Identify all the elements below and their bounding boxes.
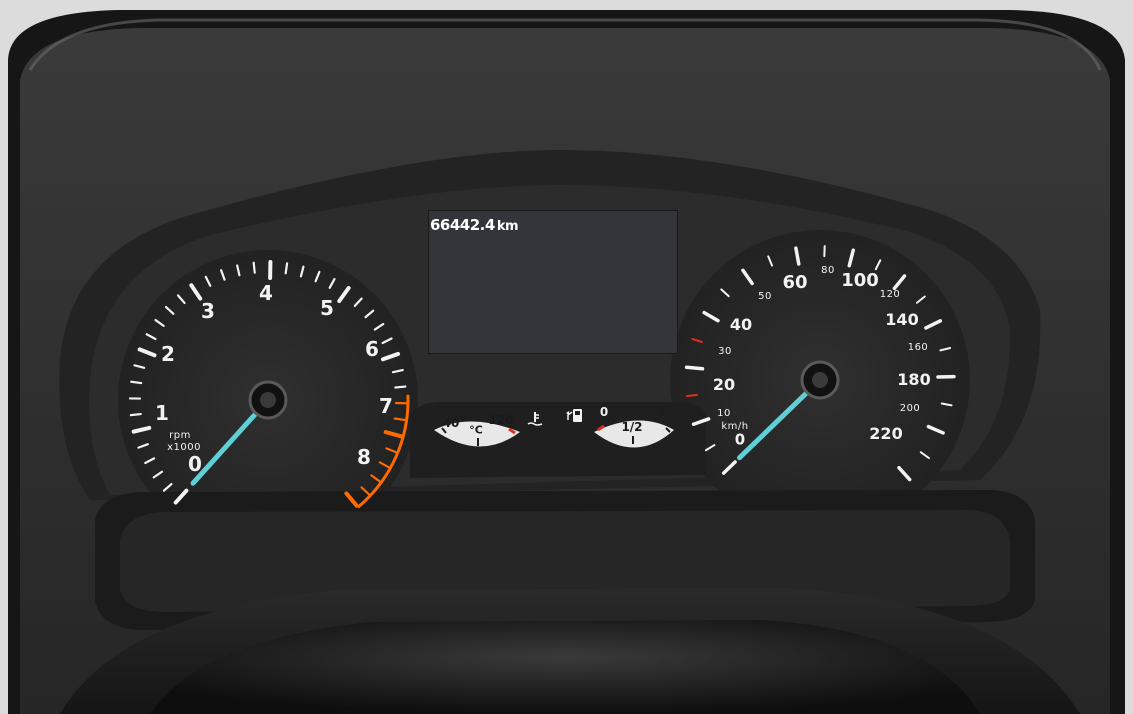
tach-label-0: 0 xyxy=(188,452,202,476)
speed-label-100: 100 xyxy=(841,270,879,291)
speed-needle-hub-cap xyxy=(812,372,828,388)
tach-tick xyxy=(284,262,289,275)
tach-label-8: 8 xyxy=(357,445,371,469)
tach-tick xyxy=(394,385,407,389)
fuel-half-label: 1/2 xyxy=(621,420,643,434)
speed-label-40: 40 xyxy=(729,315,753,334)
speed-unit-kmh: km/h xyxy=(721,421,749,432)
speed-label-80: 80 xyxy=(821,265,835,276)
speed-label-10: 10 xyxy=(717,408,731,419)
speed-label-140: 140 xyxy=(885,310,919,329)
tach-tick xyxy=(393,417,406,422)
tach-label-7: 7 xyxy=(379,394,393,418)
tach-label-1: 1 xyxy=(155,401,169,425)
fuel-pump-icon xyxy=(566,409,582,422)
speed-label-60: 60 xyxy=(782,272,808,293)
tach-tick xyxy=(130,380,143,385)
tach-label-4: 4 xyxy=(259,281,273,305)
speed-tick xyxy=(685,393,698,398)
tach-label-2: 2 xyxy=(161,342,175,366)
speed-label-200: 200 xyxy=(899,403,921,414)
speed-label-120: 120 xyxy=(879,289,901,300)
fuel-empty-label: 0 xyxy=(599,405,609,419)
tach-tick xyxy=(252,261,256,274)
odometer-reading: 66442.4 km xyxy=(430,216,519,234)
tach-tick xyxy=(129,412,142,417)
tach-unit-rpm: rpm xyxy=(169,430,191,441)
temp-low-label: 40 xyxy=(442,416,460,430)
coolant-temperature-icon xyxy=(527,412,543,426)
odometer-value: 66442.4 xyxy=(430,216,495,234)
speed-label-180: 180 xyxy=(897,370,931,389)
tach-label-5: 5 xyxy=(320,296,334,320)
odometer-unit: km xyxy=(496,219,519,234)
tach-label-6: 6 xyxy=(365,337,379,361)
speed-label-0: 0 xyxy=(734,430,746,449)
speed-label-160: 160 xyxy=(907,342,929,353)
temp-high-label: 120 xyxy=(488,413,514,427)
temp-unit-label: °C xyxy=(469,423,483,437)
speed-label-220: 220 xyxy=(869,424,903,443)
speed-label-20: 20 xyxy=(712,375,736,394)
tach-label-3: 3 xyxy=(201,299,215,323)
fuel-full-label: 1 xyxy=(658,405,666,419)
tach-unit-x1000: x1000 xyxy=(167,442,201,453)
speed-tick xyxy=(684,365,705,371)
speed-label-50: 50 xyxy=(758,291,772,302)
tach-needle-hub-cap xyxy=(260,392,276,408)
speed-label-30: 30 xyxy=(718,346,732,357)
